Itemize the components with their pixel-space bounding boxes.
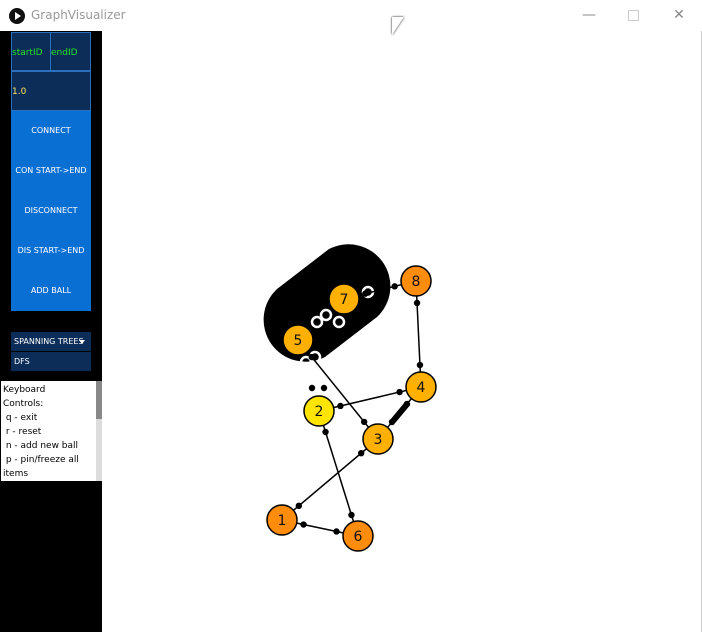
help-scroll-thumb[interactable] (96, 381, 102, 419)
edge-dot (362, 290, 369, 297)
keyboard-help: Keyboard Controls: q - exit r - reset n … (1, 381, 96, 481)
mouse-cursor-icon (392, 17, 404, 35)
edge-dot (333, 528, 340, 535)
help-line: p - pin/freeze all (3, 455, 79, 465)
edge-dot (360, 418, 368, 426)
cluster-body[interactable] (263, 244, 391, 362)
start-id-field[interactable]: startID (11, 32, 51, 71)
disconnect-start-end-button[interactable]: DIS START->END (11, 231, 91, 271)
disconnect-button[interactable]: DISCONNECT (11, 191, 91, 231)
close-button[interactable]: ✕ (656, 0, 702, 31)
edge-dot (396, 388, 403, 396)
edge-dot (295, 502, 303, 510)
edge-dot (391, 283, 398, 290)
add-ball-button[interactable]: ADD BALL (11, 271, 91, 311)
connect-start-end-button[interactable]: CON START->END (11, 151, 91, 191)
node-5[interactable]: 5 (282, 324, 314, 356)
end-id-field[interactable]: endID (50, 32, 91, 71)
maximize-button[interactable] (610, 0, 656, 31)
help-line: Controls: (3, 399, 44, 409)
algorithm-option-dfs[interactable]: DFS (11, 352, 91, 371)
chevron-down-icon (79, 340, 85, 344)
edge-dot (416, 361, 424, 369)
edge-dot (413, 299, 421, 307)
maximize-icon (627, 10, 639, 21)
node-1[interactable]: 1 (266, 504, 298, 536)
node-3[interactable]: 3 (362, 423, 394, 455)
node-6[interactable]: 6 (342, 520, 374, 552)
help-line: q - exit (3, 413, 38, 423)
edge-line (415, 280, 422, 388)
node-label: 5 (294, 333, 303, 349)
spring-dot (320, 384, 328, 392)
help-line: n - add new ball (3, 441, 79, 451)
algorithm-selected: SPANNING TREES (14, 337, 84, 346)
window-title: GraphVisualizer (31, 8, 126, 22)
node-label: 8 (412, 274, 421, 290)
algorithm-dropdown[interactable]: SPANNING TREES (11, 332, 91, 351)
node-label: 3 (374, 432, 383, 448)
node-4[interactable]: 4 (405, 371, 437, 403)
node-label: 4 (417, 380, 426, 396)
connect-button[interactable]: CONNECT (11, 111, 91, 151)
edge-dot (322, 428, 329, 436)
minimize-button[interactable]: — (566, 0, 612, 31)
node-label: 1 (278, 513, 287, 529)
node-7[interactable]: 7 (328, 283, 360, 315)
edge-dot (348, 511, 355, 519)
app-play-icon (9, 8, 25, 24)
node-8[interactable]: 8 (400, 265, 432, 297)
help-line: Keyboard (3, 385, 46, 395)
edge-dot (308, 353, 316, 361)
graph-canvas[interactable]: 1 2 3 4 5 6 7 8 (103, 31, 701, 631)
node-label: 6 (354, 529, 363, 545)
spring-bar (390, 401, 411, 423)
node-label: 7 (340, 292, 349, 308)
edge-dot (300, 521, 307, 528)
help-line: items (3, 469, 29, 479)
spring-dot (308, 384, 316, 392)
ball-cluster[interactable] (263, 244, 391, 392)
edge-dot (337, 402, 344, 410)
edge-dot (357, 449, 365, 457)
title-bar: GraphVisualizer — ✕ (0, 0, 702, 31)
node-2[interactable]: 2 (303, 395, 335, 427)
help-line: r - reset (3, 427, 42, 437)
weight-field[interactable]: 1.0 (11, 71, 91, 111)
node-label: 2 (315, 404, 324, 420)
